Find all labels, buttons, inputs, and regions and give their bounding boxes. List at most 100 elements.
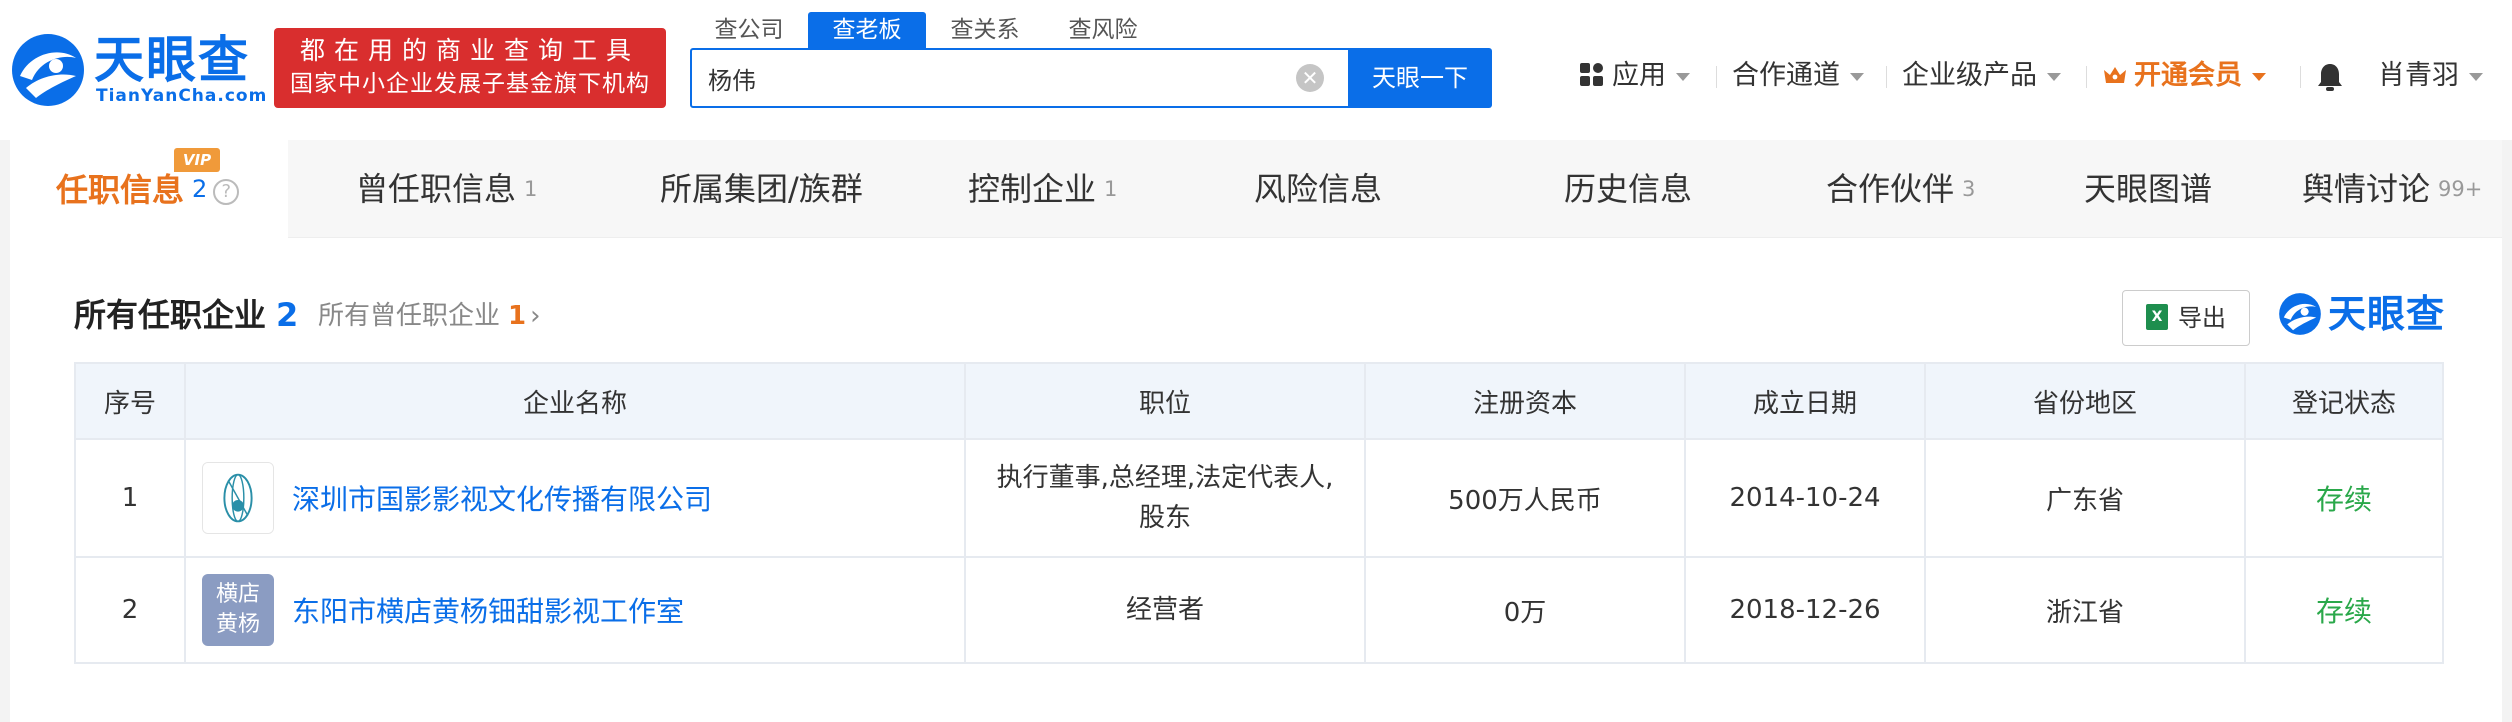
search-button[interactable]: 天眼一下: [1348, 48, 1492, 108]
chevron-down-icon: [1676, 72, 1690, 81]
row-index: 2: [74, 556, 186, 664]
positions-panel: 所有任职企业 2 所有曾任职企业 1 › X 导出 天眼查 序号 企业名称 职位 注册资…: [10, 238, 2502, 722]
bell-icon[interactable]: [2316, 62, 2344, 92]
capital-cell: 500万人民币: [1364, 438, 1686, 558]
nav-partner-channel[interactable]: 合作通道: [1732, 56, 1864, 96]
region-cell: 广东省: [1924, 438, 2246, 558]
nav-user-menu[interactable]: 肖青羽: [2378, 56, 2483, 96]
chevron-down-icon: [2252, 72, 2266, 81]
search-tab-company[interactable]: 查公司: [690, 12, 808, 48]
crown-icon: [2104, 66, 2126, 83]
tab-label: 风险信息: [1254, 170, 1383, 208]
logo-text-line-1: 横店: [215, 582, 260, 607]
search-tab-relation[interactable]: 查关系: [926, 12, 1044, 48]
export-label: 导出: [2178, 304, 2226, 332]
status-badge: 存续: [2315, 483, 2372, 516]
col-header-position: 职位: [964, 362, 1366, 440]
tab-public-opinion[interactable]: 舆情讨论 99+: [2302, 140, 2482, 238]
detail-tabs: VIP 任职信息 2? 曾任职信息 1 所属集团/族群 控制企业 1 风险信息 历史信…: [10, 140, 2502, 238]
tab-risk-info[interactable]: 风险信息: [1254, 140, 1382, 238]
former-label: 所有曾任职企业: [318, 301, 501, 331]
company-logo[interactable]: [202, 462, 274, 534]
position-cell: 执行董事,总经理,法定代表人, 股东: [964, 438, 1366, 558]
tab-label: 舆情讨论: [2302, 170, 2431, 208]
tab-label: 所属集团/族群: [660, 170, 863, 208]
tab-partners[interactable]: 合作伙伴 3: [1826, 140, 1975, 238]
tab-graph[interactable]: 天眼图谱: [2084, 140, 2212, 238]
user-name: 肖青羽: [2378, 60, 2459, 91]
position-cell: 经营者: [964, 556, 1366, 664]
export-button[interactable]: X 导出: [2122, 290, 2250, 346]
date-cell: 2014-10-24: [1684, 438, 1926, 558]
col-header-capital: 注册资本: [1364, 362, 1686, 440]
nav-divider: [2300, 66, 2301, 88]
table-row: 2 横店 黄杨 东阳市横店黄杨钿甜影视工作室 经营者 0万 2018-12-26…: [74, 556, 2444, 664]
col-header-company: 企业名称: [184, 362, 966, 440]
tab-controlled-companies[interactable]: 控制企业 1: [968, 140, 1117, 238]
search-box: ✕ 天眼一下: [690, 48, 1492, 108]
logo-text-cn: 天眼查: [94, 31, 250, 89]
positions-table: 序号 企业名称 职位 注册资本 成立日期 省份地区 登记状态 1 深圳市国影影视…: [74, 362, 2444, 664]
tab-count: 1: [1104, 177, 1118, 201]
chevron-right-icon: ›: [530, 301, 541, 331]
chevron-down-icon: [2469, 72, 2483, 81]
tab-former-positions[interactable]: 曾任职信息 1: [356, 140, 537, 238]
top-header: 天眼查 TianYanCha.com 都在用的商业查询工具 国家中小企业发展子基…: [0, 0, 2512, 140]
nav-enterprise-products[interactable]: 企业级产品: [1902, 56, 2061, 96]
question-icon[interactable]: ?: [213, 179, 240, 205]
tab-count: 2: [192, 175, 208, 203]
excel-icon: X: [2146, 304, 2168, 330]
section-title: 所有任职企业 2: [74, 290, 298, 336]
tab-history[interactable]: 历史信息: [1564, 140, 1692, 238]
slogan-line-1: 都在用的商业查询工具: [299, 36, 640, 65]
col-header-index: 序号: [74, 362, 186, 440]
company-logo[interactable]: 横店 黄杨: [202, 574, 274, 646]
chevron-down-icon: [2047, 72, 2061, 81]
apps-grid-icon: [1580, 62, 1604, 87]
col-header-region: 省份地区: [1924, 362, 2246, 440]
tab-label: 合作伙伴: [1826, 170, 1955, 208]
nav-divider: [1716, 66, 1717, 88]
col-header-date: 成立日期: [1684, 362, 1926, 440]
nav-divider: [1886, 66, 1887, 88]
search-tab-risk[interactable]: 查风险: [1044, 12, 1162, 48]
tab-label: 任职信息: [56, 171, 185, 209]
search-input[interactable]: [708, 50, 1308, 106]
company-name-link[interactable]: 东阳市横店黄杨钿甜影视工作室: [292, 590, 684, 630]
search-tab-boss[interactable]: 查老板: [808, 12, 926, 48]
former-count: 1: [508, 301, 527, 331]
section-title-label: 所有任职企业: [74, 296, 267, 334]
site-logo[interactable]: 天眼查 TianYanCha.com: [10, 30, 266, 110]
clear-icon[interactable]: ✕: [1296, 64, 1324, 92]
logo-text-en: TianYanCha.com: [96, 86, 268, 106]
tab-count: 3: [1962, 177, 1976, 201]
former-companies-link[interactable]: 所有曾任职企业 1 ›: [318, 295, 541, 332]
tianyancha-eye-icon: [2279, 293, 2321, 335]
nav-apps[interactable]: 应用: [1580, 56, 1690, 96]
status-cell: 存续: [2244, 438, 2444, 558]
vip-badge: VIP: [174, 148, 220, 172]
slogan-banner: 都在用的商业查询工具 国家中小企业发展子基金旗下机构: [274, 28, 666, 108]
tab-current-positions[interactable]: VIP 任职信息 2?: [10, 140, 288, 238]
nav-vip-label: 开通会员: [2134, 60, 2242, 91]
brand-watermark-text: 天眼查: [2328, 292, 2446, 336]
tab-group[interactable]: 所属集团/族群: [660, 140, 863, 238]
tab-label: 历史信息: [1564, 170, 1693, 208]
slogan-line-2: 国家中小企业发展子基金旗下机构: [290, 71, 650, 97]
position-line-2: 股东: [1138, 503, 1191, 533]
company-name-link[interactable]: 深圳市国影影视文化传播有限公司: [292, 478, 712, 518]
table-row: 1 深圳市国影影视文化传播有限公司 执行董事,总经理,法定代表人, 股东 500…: [74, 438, 2444, 558]
brand-watermark: 天眼查: [2278, 288, 2498, 344]
region-cell: 浙江省: [1924, 556, 2246, 664]
company-cell: 横店 黄杨 东阳市横店黄杨钿甜影视工作室: [184, 556, 966, 664]
position-line-1: 执行董事,总经理,法定代表人,: [996, 463, 1334, 493]
col-header-status: 登记状态: [2244, 362, 2444, 440]
position-line-1: 经营者: [1125, 595, 1204, 625]
nav-open-vip[interactable]: 开通会员: [2102, 56, 2266, 96]
tianyancha-eye-icon: [12, 34, 84, 106]
tab-label: 曾任职信息: [356, 170, 517, 208]
date-cell: 2018-12-26: [1684, 556, 1926, 664]
capital-cell: 0万: [1364, 556, 1686, 664]
status-cell: 存续: [2244, 556, 2444, 664]
table-header-row: 序号 企业名称 职位 注册资本 成立日期 省份地区 登记状态: [74, 362, 2444, 440]
